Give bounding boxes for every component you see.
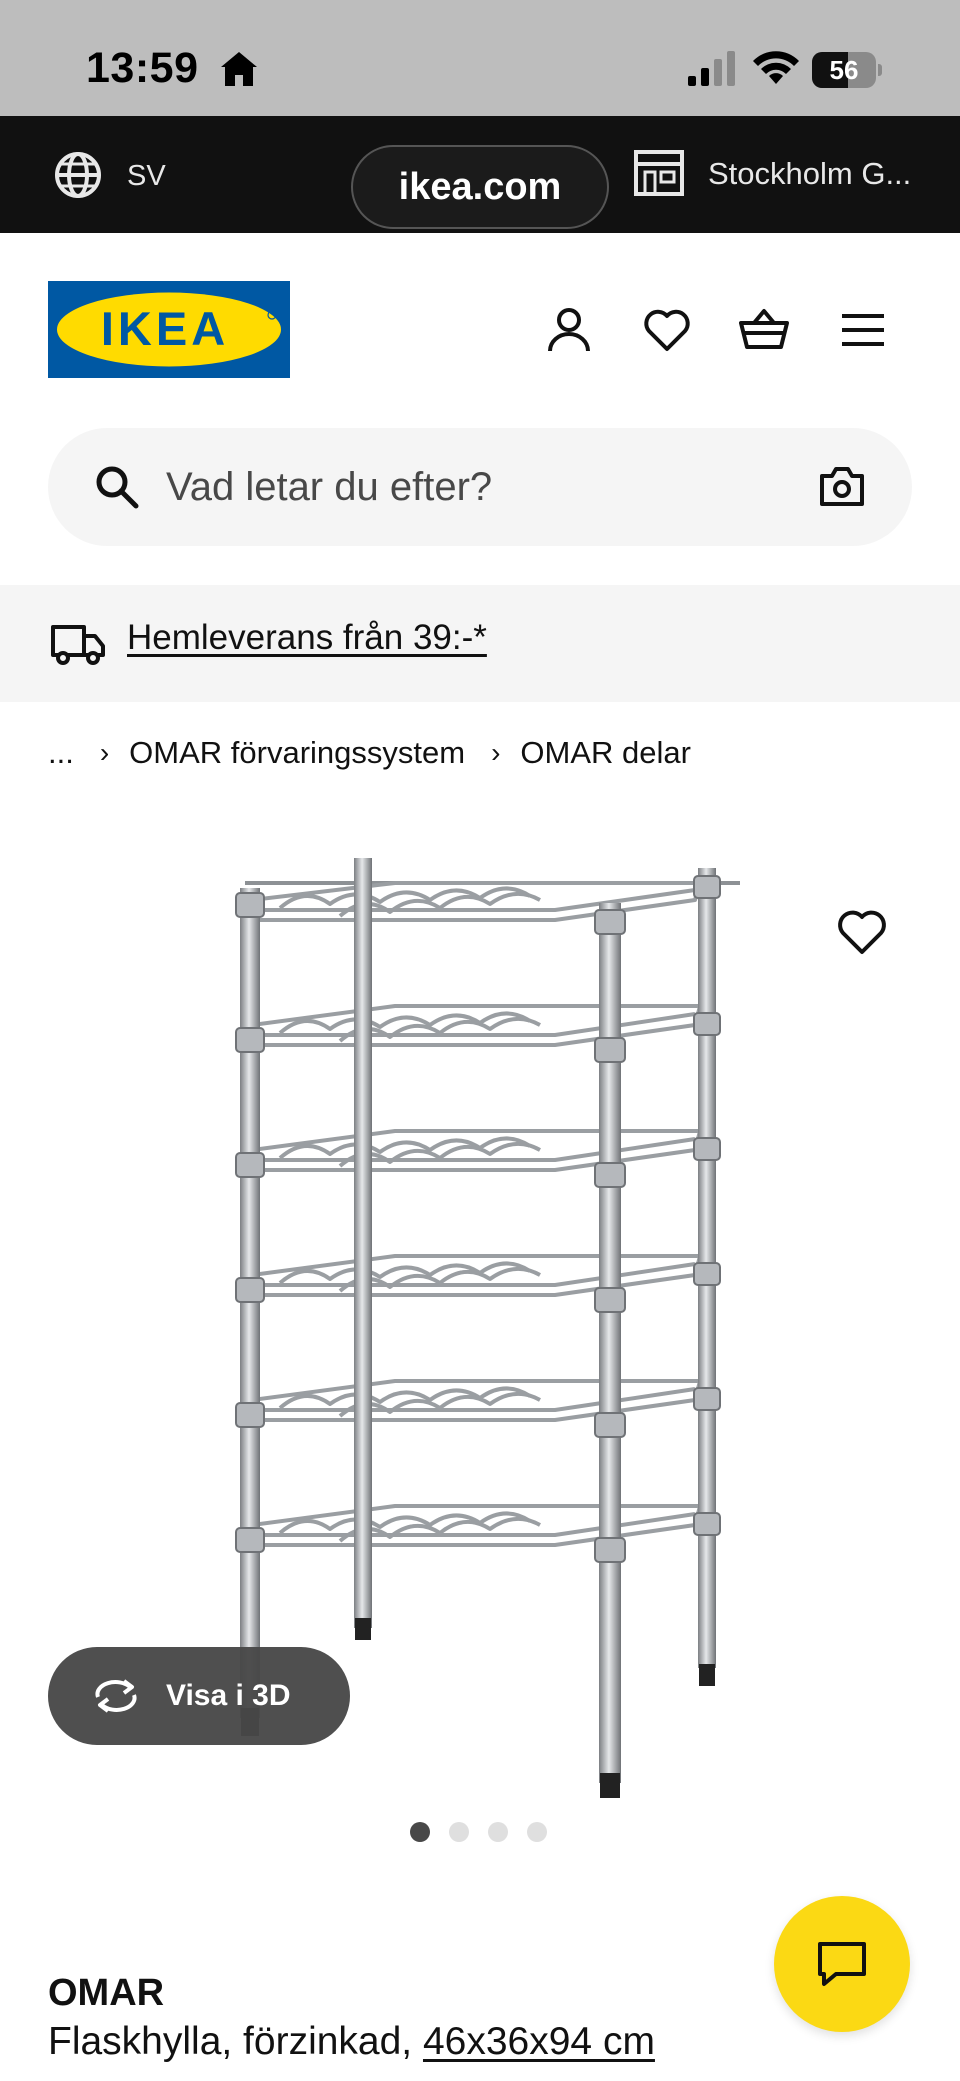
chevron-right-icon: ›	[491, 737, 501, 768]
status-bar: 13:59 56	[0, 0, 960, 116]
product-description: Flaskhylla, förzinkad, 46x36x94 cm	[48, 2020, 655, 2064]
truck-icon	[51, 625, 105, 665]
chat-button[interactable]	[774, 1896, 910, 2032]
globe-icon[interactable]	[52, 149, 104, 201]
store-icon[interactable]	[632, 148, 686, 198]
store-selector[interactable]: Stockholm G...	[708, 156, 911, 192]
view-in-3d-button[interactable]: Visa i 3D	[48, 1647, 350, 1745]
product-dimensions-link[interactable]: 46x36x94 cm	[423, 2020, 655, 2063]
product-name: OMAR	[48, 1972, 165, 2014]
menu-icon[interactable]	[838, 305, 888, 355]
ikea-logo[interactable]: IKEA	[48, 281, 290, 378]
search-input[interactable]	[166, 428, 806, 546]
home-icon	[221, 52, 257, 86]
rotate-3d-icon	[95, 1679, 137, 1713]
url-text: ikea.com	[398, 166, 562, 208]
carousel-dot[interactable]	[410, 1822, 430, 1842]
carousel-dot[interactable]	[527, 1822, 547, 1842]
view-in-3d-label: Visa i 3D	[166, 1679, 291, 1712]
breadcrumb: ... › OMAR förvaringssystem › OMAR delar	[48, 733, 691, 773]
add-to-favourites-icon[interactable]	[836, 906, 888, 958]
logo-text: IKEA	[101, 302, 229, 355]
search-icon	[96, 466, 139, 509]
chat-icon	[818, 1942, 866, 1986]
delivery-link[interactable]: Hemleverans från 39:-*	[127, 618, 487, 658]
battery-icon: 56	[812, 52, 882, 88]
url-bar[interactable]: ikea.com	[351, 145, 609, 229]
heart-icon[interactable]	[642, 305, 692, 355]
language-selector[interactable]: SV	[127, 160, 166, 193]
cart-icon[interactable]	[739, 305, 789, 355]
search-box	[48, 428, 912, 546]
chevron-right-icon: ›	[99, 737, 110, 768]
cellular-signal-icon	[688, 51, 735, 86]
camera-icon[interactable]	[818, 464, 866, 510]
person-icon[interactable]	[544, 305, 594, 355]
site-header: IKEA	[0, 233, 960, 585]
breadcrumb-item[interactable]: OMAR delar	[520, 735, 691, 771]
status-time: 13:59	[86, 44, 199, 92]
carousel-dots	[410, 1822, 547, 1842]
delivery-banner: Hemleverans från 39:-*	[0, 585, 960, 702]
breadcrumb-item[interactable]: OMAR förvaringssystem	[129, 735, 465, 771]
carousel-dot[interactable]	[488, 1822, 508, 1842]
product-type: Flaskhylla, förzinkad,	[48, 2020, 423, 2063]
breadcrumb-ellipsis[interactable]: ...	[48, 735, 74, 771]
wifi-icon	[753, 51, 799, 84]
carousel-dot[interactable]	[449, 1822, 469, 1842]
battery-percent: 56	[829, 55, 859, 85]
browser-bar: SV ikea.com Stockholm G...	[0, 116, 960, 233]
